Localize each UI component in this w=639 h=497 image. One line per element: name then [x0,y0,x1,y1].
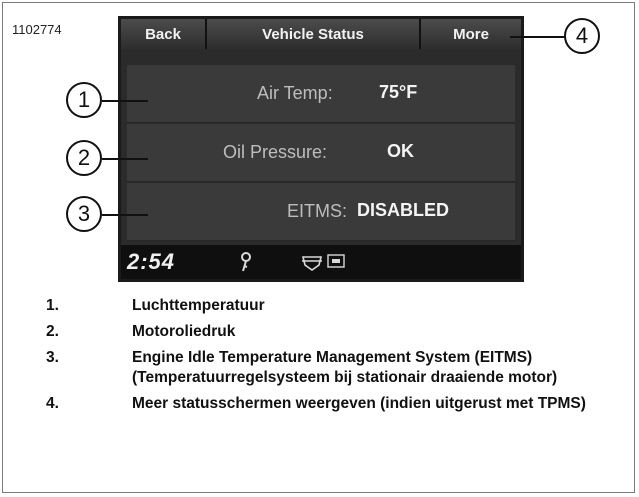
callout-4-leader [510,36,566,38]
air-temp-label: Air Temp: [257,83,333,103]
top-nav-bar: Back Vehicle Status More [121,19,521,49]
status-row-eitms: EITMS: DISABLED [127,183,515,241]
legend-item: 4. Meer statusschermen weergeven (indien… [40,394,630,414]
callout-3: 3 [66,196,102,232]
air-temp-value: 75°F [379,82,418,102]
status-row-air-temp: Air Temp: 75°F [127,65,515,123]
legend-list: 1. Luchttemperatuur 2. Motoroliedruk 3. … [40,296,630,420]
legend-item: 3. Engine Idle Temperature Management Sy… [40,348,630,388]
vehicle-status-screen: Back Vehicle Status More Air Temp: 75°F … [118,16,524,282]
figure-id: 1102774 [12,22,62,37]
callout-4: 4 [564,18,600,54]
legend-text: Engine Idle Temperature Management Syste… [132,349,558,386]
status-row-oil-pressure: Oil Pressure: OK [127,124,515,182]
eitms-value: DISABLED [357,200,450,220]
more-button[interactable]: More [421,19,521,49]
legend-item: 1. Luchttemperatuur [40,296,630,316]
callout-2-leader [102,158,148,160]
callout-3-leader [102,214,148,216]
legend-text: Motoroliedruk [132,323,236,340]
callout-2: 2 [66,140,102,176]
legend-text: Luchttemperatuur [132,297,265,314]
callout-1: 1 [66,82,102,118]
back-button[interactable]: Back [121,19,207,49]
oil-pressure-value: OK [387,141,414,161]
legend-number: 2. [46,323,59,340]
bottom-status-bar: 2:54 [121,245,521,279]
legend-number: 4. [46,395,59,412]
legend-number: 1. [46,297,59,314]
legend-item: 2. Motoroliedruk [40,322,630,342]
brand-logo-icon [301,253,323,276]
legend-text: Meer statusschermen weergeven (indien ui… [132,395,586,412]
legend-number: 3. [46,349,59,366]
clock: 2:54 [127,249,176,274]
key-icon [239,252,253,277]
cb-radio-icon [327,254,345,273]
screen-title: Vehicle Status [207,19,421,49]
oil-pressure-label: Oil Pressure: [223,142,328,162]
callout-1-leader [102,100,148,102]
eitms-label: EITMS: [287,201,348,221]
